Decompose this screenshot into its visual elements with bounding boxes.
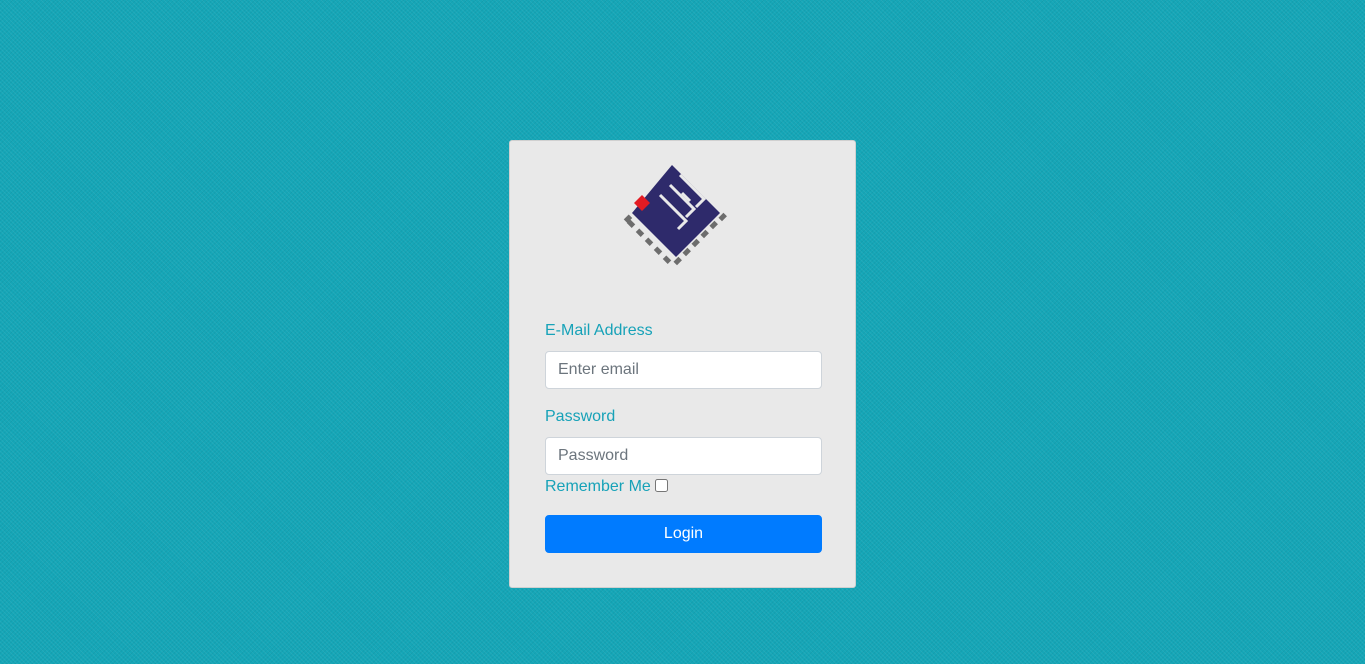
- remember-me-checkbox[interactable]: [654, 479, 668, 492]
- email-input[interactable]: [545, 351, 822, 389]
- remember-me[interactable]: Remember Me: [545, 477, 668, 497]
- chip-logo-icon: [620, 161, 736, 273]
- password-input[interactable]: [545, 437, 822, 475]
- password-label: Password: [545, 408, 616, 425]
- login-button[interactable]: Login: [545, 515, 822, 553]
- login-card: E-Mail Address Password Remember Me Logi…: [509, 140, 856, 588]
- email-label: E-Mail Address: [545, 322, 653, 339]
- remember-me-label: Remember Me: [545, 478, 651, 495]
